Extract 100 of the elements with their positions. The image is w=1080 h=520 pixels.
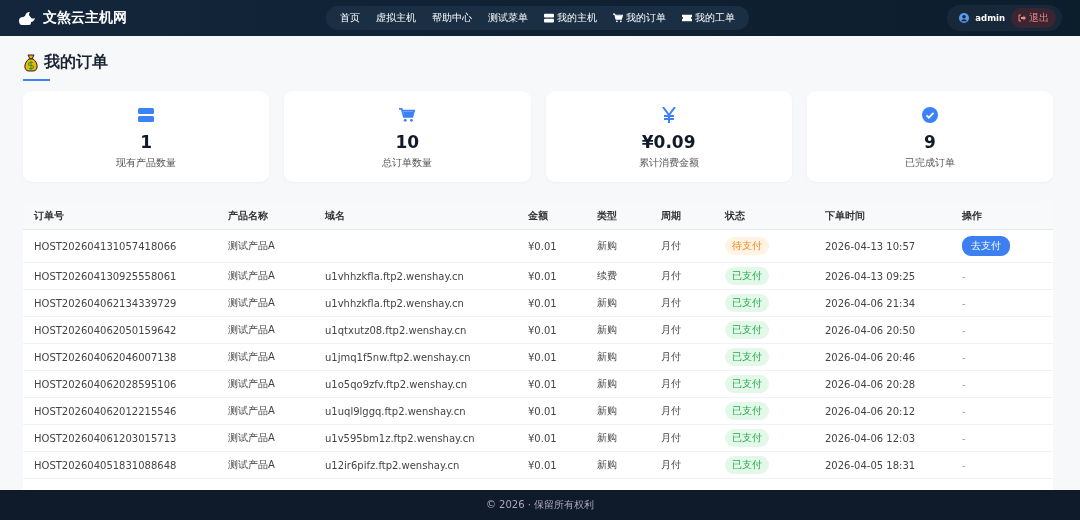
table-cell-text: u1vhhzkfla.ftp2.wenshay.cn [325,297,465,309]
table-cell-text: 测试产品A [228,404,276,418]
status-badge: 已支付 [725,402,769,420]
table-cell-text: ¥0.01 [528,324,558,336]
table-cell-text: 测试产品A [228,296,276,310]
table-cell-text: 月付 [661,431,682,445]
server-icon [544,13,554,23]
cart-icon [613,13,623,23]
table-cell-text: u1o5qo9zfv.ftp2.wenshay.cn [325,378,469,390]
site-logo-text[interactable]: 文煞云主机网 [43,9,127,27]
table-cell-text: u1qtxutz08.ftp2.wenshay.cn [325,324,468,336]
server-icon [138,107,155,123]
table-cell-text: 测试产品A [228,431,276,445]
table-cell: - [962,405,966,417]
table-cell-text: 测试产品A [228,458,276,472]
table-cell-text: ¥0.01 [528,378,558,390]
nav-link[interactable]: 测试菜单 [480,11,536,25]
stat-label: 现有产品数量 [116,156,177,170]
status-badge: 已支付 [725,456,769,474]
table-cell: - [962,459,966,471]
table-cell-text: 新购 [597,323,618,337]
table-cell-text: u1vhhzkfla.ftp2.wenshay.cn [325,270,465,282]
page-title: 我的订单 [44,52,108,73]
table-cell-text: 2026-04-06 20:12 [825,405,917,417]
logout-icon [1018,14,1026,22]
nav-link[interactable]: 虚拟主机 [368,11,424,25]
table-cell: - [962,270,966,282]
table-cell-text: 2026-04-06 20:50 [825,324,917,336]
table-cell-text: HOST202604062028595106 [34,378,178,390]
table-cell-text: 新购 [597,377,618,391]
column-header: 类型 [597,208,618,223]
table-cell-text: ¥0.01 [528,297,558,309]
table-cell-text: 测试产品A [228,350,276,364]
table-cell-text: 新购 [597,404,618,418]
table-cell-text: ¥0.01 [528,432,558,444]
status-badge: 已支付 [725,294,769,312]
table-cell-text: 2026-04-06 20:46 [825,351,917,363]
table-cell-text: 2026-04-13 09:25 [825,270,917,282]
table-cell-text: 2026-04-13 10:57 [825,240,917,252]
nav-link[interactable]: 我的订单 [605,11,674,25]
stat-value: 9 [923,132,936,152]
table-cell: - [962,297,966,309]
table-cell-text: u1uql9lggq.ftp2.wenshay.cn [325,405,467,417]
column-header: 订单号 [34,208,65,223]
status-badge: 已支付 [725,321,769,339]
stat-label: 已完成订单 [904,156,955,170]
table-cell-text: u12ir6pifz.ftp2.wenshay.cn [325,459,461,471]
ticket-icon [682,13,692,23]
table-cell-text: u1v595bm1z.ftp2.wenshay.cn [325,432,476,444]
table-cell-text: 月付 [661,377,682,391]
column-header: 金额 [528,208,549,223]
table-cell-text: 月付 [661,350,682,364]
table-cell: - [962,378,966,390]
table-cell-text: 月付 [661,239,682,253]
table-cell-text: HOST202604062134339729 [34,297,178,309]
column-header: 操作 [962,208,983,223]
table-cell-text: 续费 [597,269,618,283]
table-cell-text: 2026-04-06 21:34 [825,297,917,309]
column-header: 域名 [325,208,346,223]
table-cell-text: 2026-04-06 12:03 [825,432,917,444]
column-header: 周期 [661,208,682,223]
table-cell-text: 新购 [597,296,618,310]
table-cell-text: 测试产品A [228,269,276,283]
logout-button[interactable]: 退出 [1011,8,1056,28]
table-cell-text: 新购 [597,239,618,253]
table-cell-text: 月付 [661,458,682,472]
table-cell-text: HOST202604062050159642 [34,324,178,336]
status-badge: 已支付 [725,267,769,285]
column-header: 产品名称 [228,208,269,223]
nav-link[interactable]: 帮助中心 [424,11,480,25]
column-header: 下单时间 [825,208,866,223]
table-cell-text: 新购 [597,458,618,472]
stat-value: ¥0.09 [641,132,696,152]
table-cell-text: u1jmq1f5nw.ftp2.wenshay.cn [325,351,472,363]
user-name: admin [975,13,1005,23]
table-cell: - [962,351,966,363]
status-badge: 已支付 [725,429,769,447]
table-cell-text: 月付 [661,404,682,418]
pay-button[interactable]: 去支付 [962,236,1010,256]
stat-value: 1 [140,132,153,152]
table-cell: - [962,432,966,444]
nav-link[interactable]: 首页 [332,11,368,25]
table-cell-text: 新购 [597,350,618,364]
nav-link[interactable]: 我的工单 [674,11,743,25]
status-badge: 待支付 [725,237,769,255]
table-cell-text: 月付 [661,323,682,337]
table-cell-text: HOST202604131057418066 [34,240,178,252]
table-cell-text: HOST202604061203015713 [34,432,178,444]
check-circle-icon [921,107,938,123]
table-cell-text: 月付 [661,296,682,310]
nav-link[interactable]: 我的主机 [536,11,605,25]
table-cell: - [962,324,966,336]
table-cell-text: ¥0.01 [528,240,558,252]
table-cell-text: 测试产品A [228,239,276,253]
table-cell-text: 2026-04-05 18:31 [825,459,917,471]
stat-value: 10 [395,132,420,152]
table-cell-text: 2026-04-06 20:28 [825,378,917,390]
table-cell-text: 月付 [661,269,682,283]
table-cell-text: HOST202604130925558061 [34,270,178,282]
table-cell-text: HOST202604062046007138 [34,351,178,363]
